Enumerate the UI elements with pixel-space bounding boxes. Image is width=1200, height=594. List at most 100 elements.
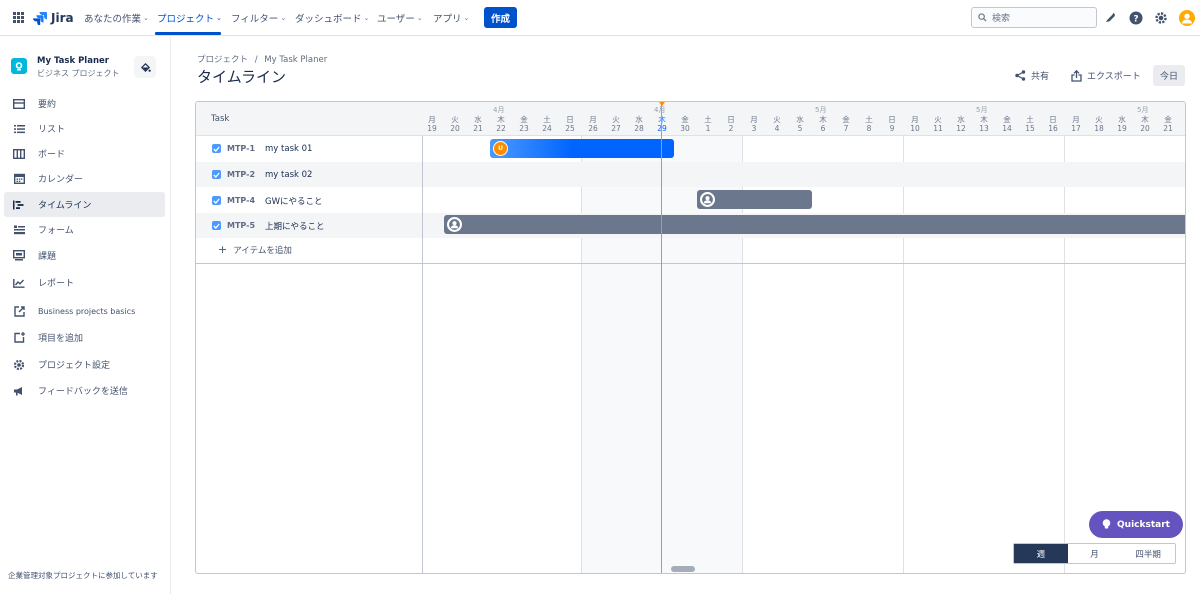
chevron-down-icon: ⌄ [463,14,470,22]
day-column-label: 土8 [858,115,880,133]
jira-logo[interactable]: Jira [33,9,74,27]
quickstart-button[interactable]: Quickstart [1089,511,1183,538]
sidebar-item-business-basics[interactable]: Business projects basics [4,299,165,324]
settings-gear-icon[interactable] [1152,9,1169,26]
weekday-label: 月 [750,115,758,124]
task-row[interactable]: MTP-5 上期にやること [196,213,423,238]
day-column-label: 土 24 [536,115,558,133]
weekday-label: 月 [911,115,919,124]
sidebar-item-feedback[interactable]: フィードバックを送信 [4,378,165,403]
project-avatar[interactable] [11,58,27,74]
zoom-week-button[interactable]: 週 [1014,544,1068,563]
weekday-label: 金 [842,115,850,124]
assignee-avatar[interactable]: U [493,141,508,156]
breadcrumb-projects-link[interactable]: プロジェクト [197,55,248,65]
date-label: 11 [933,124,943,133]
app-switcher-icon[interactable] [13,12,24,23]
help-icon[interactable]: ? [1127,9,1144,26]
calendar-icon [12,172,26,186]
task-bar-mtp-5[interactable] [444,215,1185,234]
weekday-label: 木 [980,115,988,124]
unassigned-avatar-icon[interactable] [447,217,462,232]
today-button[interactable]: 今日 [1153,65,1185,86]
add-item-button[interactable]: + アイテムを追加 [218,243,292,256]
nav-your-work[interactable]: あなたの作業 ⌄ [84,10,149,26]
day-column-label: 水5 [789,115,811,133]
managed-project-note: 企業管理対象プロジェクトに参加しています [8,571,158,580]
nav-dashboards[interactable]: ダッシュボード ⌄ [295,10,369,26]
export-icon [1071,69,1082,82]
sidebar-item-label: ボード [38,150,66,160]
sidebar-item-issues[interactable]: 課題 [4,243,165,268]
task-type-checkbox-icon [212,196,221,205]
create-button[interactable]: 作成 [484,7,517,28]
export-button[interactable]: エクスポート [1071,65,1141,86]
date-label: 20 [450,124,460,133]
breadcrumb-separator: / [254,55,258,65]
sidebar-item-reports[interactable]: レポート [4,270,165,295]
nav-projects[interactable]: プロジェクト ⌄ [157,10,222,26]
day-column-label: 月 19 [421,115,443,133]
issue-summary: 上期にやること [265,221,325,232]
add-item-label: アイテムを追加 [233,245,292,256]
issue-key[interactable]: MTP-4 [227,196,255,205]
weekday-label: 土 [1026,115,1034,124]
unassigned-avatar-icon[interactable] [700,192,715,207]
zoom-level-toggle: 週 月 四半期 [1013,543,1176,564]
date-label: 28 [634,124,644,133]
nav-apps[interactable]: アプリ ⌄ [433,10,469,26]
share-button[interactable]: 共有 [1015,65,1049,86]
day-column-label: 土1 [697,115,719,133]
sidebar-item-summary[interactable]: 要約 [4,91,165,116]
task-bar-mtp-4[interactable] [697,190,812,209]
weekday-label: 日 [888,115,896,124]
day-column-label: 日2 [720,115,742,133]
task-bar-mtp-1[interactable]: U [490,139,674,158]
nav-people[interactable]: ユーザー ⌄ [377,10,423,26]
breadcrumb-project-link[interactable]: My Task Planer [264,55,327,65]
date-label: 19 [1117,124,1127,133]
lightbulb-icon [1102,519,1111,529]
task-row[interactable]: MTP-2 my task 02 [196,162,423,187]
project-sidebar: My Task Planer ビジネス プロジェクト 要約 リスト ボード カレ… [0,37,171,594]
issue-key[interactable]: MTP-5 [227,221,255,230]
issue-key[interactable]: MTP-2 [227,170,255,179]
zoom-month-button[interactable]: 月 [1068,544,1122,563]
issue-key[interactable]: MTP-1 [227,144,255,153]
sidebar-item-calendar[interactable]: カレンダー [4,166,165,191]
date-label: 4 [774,124,780,133]
sidebar-item-label: タイムライン [38,201,92,211]
notifications-icon[interactable] [1102,9,1119,26]
day-column-label: 水 21 [467,115,489,133]
weekday-label: 月 [428,115,436,124]
active-nav-indicator [155,32,221,35]
breadcrumb: プロジェクト / My Task Planer [197,53,327,65]
sidebar-item-list[interactable]: リスト [4,116,165,141]
weekday-label: 金 [520,115,528,124]
day-column-label: 木29 [651,115,673,133]
search-input[interactable]: 検索 [971,7,1097,28]
sidebar-item-forms[interactable]: フォーム [4,217,165,242]
task-row[interactable]: MTP-1 my task 01 [196,136,423,161]
chevron-down-icon: ⌄ [416,14,423,22]
user-avatar-icon[interactable] [1178,9,1195,26]
sidebar-item-add-item[interactable]: 項目を追加 [4,325,165,350]
sidebar-item-project-settings[interactable]: プロジェクト設定 [4,352,165,377]
sidebar-item-timeline[interactable]: タイムライン [4,192,165,217]
nav-filters[interactable]: フィルター ⌄ [231,10,286,26]
date-label: 3 [751,124,757,133]
project-theme-button[interactable] [134,56,156,78]
sidebar-item-label: 項目を追加 [38,334,84,344]
weekday-label: 木 [1141,115,1149,124]
report-icon [12,276,26,290]
share-icon [1015,70,1026,81]
weekday-label: 水 [474,115,482,124]
sidebar-item-board[interactable]: ボード [4,141,165,166]
weekday-label: 日 [1049,115,1057,124]
day-column-label: 金 21 [1157,115,1179,133]
task-row[interactable]: MTP-4 GWにやること [196,188,423,213]
sidebar-item-label: フィードバックを送信 [38,387,128,397]
zoom-quarter-button[interactable]: 四半期 [1121,544,1175,563]
horizontal-scrollbar[interactable] [671,566,695,572]
board-icon [12,147,26,161]
